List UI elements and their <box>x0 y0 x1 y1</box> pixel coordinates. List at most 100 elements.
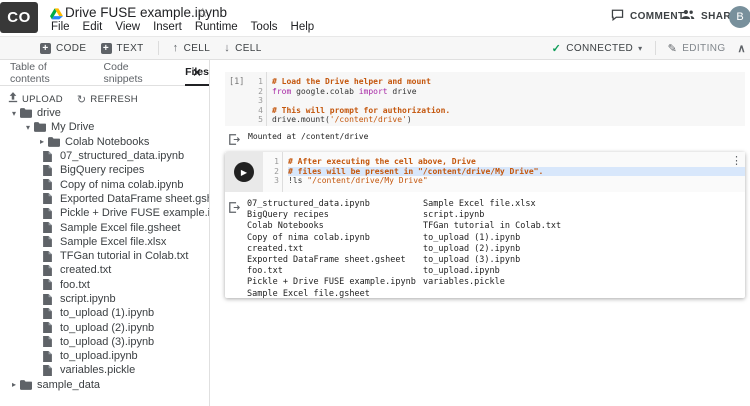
tree-item-label: My Drive <box>51 121 95 134</box>
tree-item[interactable]: ▸ Colab Notebooks <box>0 135 209 149</box>
run-cell-button[interactable]: ▶ <box>234 162 254 182</box>
tree-item-label: Sample Excel file.xlsx <box>60 235 167 248</box>
code-line[interactable]: # This will prompt for authorization. <box>272 106 745 116</box>
colab-logo[interactable]: CO <box>0 2 38 33</box>
code-line[interactable]: # After executing the cell above, Drive <box>288 157 745 167</box>
code-line[interactable]: # files will be present in "/content/dri… <box>288 166 745 177</box>
tree-item[interactable]: script.ipynb <box>0 292 209 306</box>
menu-view[interactable]: View <box>115 21 140 33</box>
avatar[interactable]: B <box>729 6 750 28</box>
file-icon <box>43 322 55 334</box>
code-editor[interactable]: # Load the Drive helper and mount from go… <box>266 72 745 126</box>
connected-button[interactable]: ✓ CONNECTED ▾ <box>552 42 643 55</box>
output-line: Copy of nima colab.ipynb <box>247 232 370 243</box>
collapse-arrow-icon[interactable]: ▾ <box>8 109 20 118</box>
people-icon <box>681 9 695 23</box>
editing-mode-button[interactable]: ✎ EDITING <box>668 42 726 55</box>
connected-label: CONNECTED <box>566 42 634 54</box>
code-editor[interactable]: # After executing the cell above, Drive #… <box>282 152 745 192</box>
code-line[interactable]: # Load the Drive helper and mount <box>272 77 745 87</box>
tree-item[interactable]: Sample Excel file.gsheet <box>0 220 209 234</box>
line-number: 2 <box>258 86 263 96</box>
tree-item[interactable]: ▾ My Drive <box>0 120 209 134</box>
tree-item[interactable]: variables.pickle <box>0 363 209 377</box>
upload-icon <box>8 92 18 106</box>
menu-file[interactable]: File <box>51 21 70 33</box>
comment-button[interactable]: COMMENT <box>611 9 684 24</box>
add-text-button[interactable]: + TEXT <box>100 42 144 54</box>
tree-item-label: BigQuery recipes <box>60 164 145 177</box>
output-line: script.ipynb <box>423 210 485 221</box>
tree-item-label: foo.txt <box>60 278 90 291</box>
menu-insert[interactable]: Insert <box>153 21 182 33</box>
header: CO Drive FUSE example.ipynb ☆ File Edit … <box>0 0 750 36</box>
code-cell-1[interactable]: [1] 12345 # Load the Drive helper and mo… <box>225 72 745 126</box>
tree-item[interactable]: Exported DataFrame sheet.gsheet <box>0 192 209 206</box>
tree-item-label: to_upload (3).ipynb <box>60 335 155 348</box>
code-line[interactable]: !ls "/content/drive/My Drive" <box>288 176 745 186</box>
tree-item[interactable]: TFGan tutorial in Colab.txt <box>0 249 209 263</box>
code-line[interactable]: from google.colab import drive <box>272 87 745 97</box>
tree-item[interactable]: to_upload (3).ipynb <box>0 335 209 349</box>
output-line: to_upload.ipynb <box>423 266 500 277</box>
cell-output-2: 07_structured_data.ipynb BigQuery recipes… <box>225 192 745 299</box>
menu-edit[interactable]: Edit <box>83 21 103 33</box>
add-code-button[interactable]: + CODE <box>40 42 87 54</box>
cell-up-button[interactable]: ↑ CELL <box>173 42 211 54</box>
tree-item-label: 07_structured_data.ipynb <box>60 150 185 163</box>
close-icon[interactable]: × <box>193 64 201 80</box>
folder-icon <box>48 136 60 147</box>
expand-arrow-icon[interactable]: ▸ <box>8 380 20 389</box>
code-line[interactable]: drive.mount('/content/drive') <box>272 115 745 125</box>
code-cell-2[interactable]: ▶ 123 # After executing the cell above, … <box>225 152 745 299</box>
tree-item[interactable]: ▾ drive <box>0 106 209 120</box>
check-icon: ✓ <box>551 42 562 55</box>
menu-runtime[interactable]: Runtime <box>195 21 238 33</box>
tree-item[interactable]: 07_structured_data.ipynb <box>0 149 209 163</box>
line-numbers: 12345 <box>249 72 263 125</box>
cell-menu-icon[interactable]: ⋮ <box>731 156 742 167</box>
tree-item[interactable]: Pickle + Drive FUSE example.ipynb <box>0 206 209 220</box>
output-line: to_upload (3).ipynb <box>423 254 521 265</box>
add-text-label: TEXT <box>116 42 144 54</box>
tree-item-label: Copy of nima colab.ipynb <box>60 178 184 191</box>
toolbar: + CODE + TEXT ↑ CELL ↓ CELL ✓ CONNECTED … <box>0 36 750 60</box>
tree-item[interactable]: to_upload (1).ipynb <box>0 306 209 320</box>
menu-tools[interactable]: Tools <box>251 21 278 33</box>
tree-item[interactable]: BigQuery recipes <box>0 163 209 177</box>
cell-down-button[interactable]: ↓ CELL <box>224 42 262 54</box>
file-icon <box>43 236 55 248</box>
output-line: TFGan tutorial in Colab.txt <box>423 221 562 232</box>
tree-item[interactable]: to_upload.ipynb <box>0 349 209 363</box>
tree-item-label: drive <box>37 107 61 120</box>
tree-item[interactable]: Copy of nima colab.ipynb <box>0 177 209 191</box>
collapse-arrow-icon[interactable]: ▾ <box>22 123 34 132</box>
output-line: Sample Excel file.gsheet <box>247 288 370 299</box>
tree-item-label: sample_data <box>37 378 100 391</box>
star-icon[interactable]: ☆ <box>197 5 209 21</box>
tree-item[interactable]: created.txt <box>0 263 209 277</box>
cell-output-1: Mounted at /content/drive <box>225 130 745 146</box>
tree-item[interactable]: ▸ sample_data <box>0 378 209 392</box>
file-icon <box>43 179 55 191</box>
tab-code-snippets[interactable]: Code snippets <box>104 60 170 86</box>
file-icon <box>43 279 55 291</box>
tree-item[interactable]: foo.txt <box>0 278 209 292</box>
tab-table-of-contents[interactable]: Table of contents <box>10 60 88 86</box>
menu-help[interactable]: Help <box>291 21 315 33</box>
chevron-down-icon: ▾ <box>638 43 643 53</box>
refresh-button[interactable]: ↻ REFRESH <box>77 93 138 106</box>
code-line[interactable] <box>272 96 745 106</box>
plus-icon: + <box>40 42 51 54</box>
tree-item-label: Sample Excel file.gsheet <box>60 221 181 234</box>
line-number: 3 <box>258 96 263 106</box>
collapse-header-icon[interactable]: ∧ <box>738 42 746 55</box>
menu-bar: File Edit View Insert Runtime Tools Help <box>51 21 314 33</box>
tree-item[interactable]: to_upload (2).ipynb <box>0 320 209 334</box>
line-numbers: 123 <box>265 152 279 186</box>
upload-button[interactable]: UPLOAD <box>8 92 63 106</box>
file-icon <box>43 150 55 162</box>
expand-arrow-icon[interactable]: ▸ <box>36 137 48 146</box>
file-icon <box>43 350 55 362</box>
tree-item[interactable]: Sample Excel file.xlsx <box>0 235 209 249</box>
